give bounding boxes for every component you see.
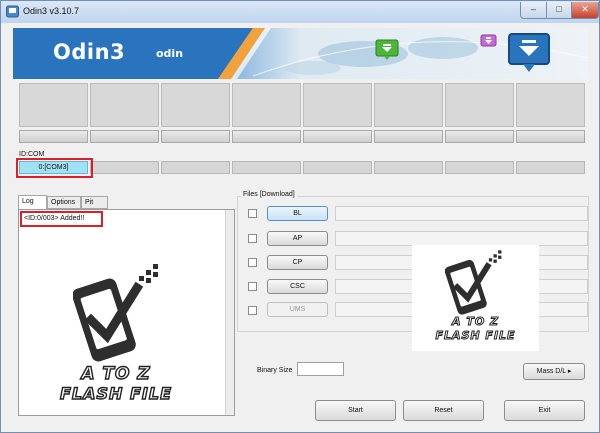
- progress-bar-4: [232, 130, 301, 143]
- progress-bar-7: [445, 130, 514, 143]
- minimize-button[interactable]: –: [520, 2, 547, 19]
- progress-bar-2: [90, 130, 159, 143]
- device-slot-3: [161, 83, 230, 127]
- csc-button[interactable]: CSC: [267, 279, 328, 294]
- binary-size-field: [297, 362, 344, 376]
- watermark-line2: FLASH FILE: [59, 383, 172, 403]
- ap-button[interactable]: AP: [267, 231, 328, 246]
- phone-check-icon: [445, 250, 502, 315]
- files-group-label: Files [Download]: [241, 191, 297, 198]
- device-slot-7: [445, 83, 514, 127]
- com-port-2: [90, 161, 159, 174]
- checkbox-ap[interactable]: [248, 234, 257, 243]
- reset-button[interactable]: Reset: [403, 400, 484, 421]
- log-scrollbar[interactable]: [225, 210, 234, 415]
- com-port-3: [161, 161, 230, 174]
- odin-window: Odin3 v3.10.7 – □ ✕ Odin3 odin ID:COM 0:…: [0, 0, 600, 433]
- watermark-logo-right: A TO Z FLASH FILE: [412, 245, 539, 351]
- start-button[interactable]: Start: [315, 400, 396, 421]
- banner-title: Odin3: [53, 40, 126, 64]
- device-slot-5: [303, 83, 372, 127]
- progress-bar-6: [374, 130, 443, 143]
- maximize-button[interactable]: □: [546, 2, 572, 19]
- device-slot-8: [516, 83, 585, 127]
- com-port-6: [374, 161, 443, 174]
- progress-bar-1: [19, 130, 88, 143]
- device-slot-2: [90, 83, 159, 127]
- com-port-5: [303, 161, 372, 174]
- tab-options[interactable]: Options: [47, 196, 81, 209]
- checkbox-cp[interactable]: [248, 258, 257, 267]
- bl-path-field: [335, 206, 588, 221]
- progress-bar-8: [516, 130, 585, 143]
- device-slot-6: [374, 83, 443, 127]
- ums-button: UMS: [267, 302, 328, 317]
- tab-log[interactable]: Log: [18, 195, 47, 210]
- download-icon-blue: [508, 33, 550, 72]
- exit-button[interactable]: Exit: [504, 400, 585, 421]
- device-slot-1: [19, 83, 88, 127]
- progress-bar-3: [161, 130, 230, 143]
- com-port-7: [445, 161, 514, 174]
- window-title: Odin3 v3.10.7: [23, 6, 80, 16]
- tab-pit[interactable]: Pit: [81, 196, 108, 209]
- com-port-8: [516, 161, 585, 174]
- cp-button[interactable]: CP: [267, 255, 328, 270]
- phone-check-icon: [73, 264, 158, 362]
- log-highlight-box: [20, 211, 103, 227]
- mass-dl-button[interactable]: Mass D/L ▸: [523, 363, 585, 380]
- download-icon-purple: [480, 34, 497, 47]
- watermark-line1: A TO Z: [451, 315, 499, 329]
- download-icon-green: [375, 39, 399, 60]
- banner-subtitle: odin: [156, 47, 184, 60]
- binary-size-label: Binary Size: [257, 367, 293, 374]
- close-button[interactable]: ✕: [571, 2, 599, 19]
- watermark-line1: A TO Z: [81, 363, 151, 384]
- com-port-4: [232, 161, 301, 174]
- checkbox-csc[interactable]: [248, 282, 257, 291]
- checkbox-bl[interactable]: [248, 209, 257, 218]
- device-slot-4: [232, 83, 301, 127]
- watermark-logo-left: A TO Z FLASH FILE: [25, 256, 207, 414]
- odin-banner: Odin3 odin: [13, 28, 588, 79]
- com-highlight-box: [16, 158, 93, 178]
- app-icon: [6, 5, 19, 18]
- title-bar[interactable]: Odin3 v3.10.7 – □ ✕: [1, 1, 599, 23]
- id-com-label: ID:COM: [19, 151, 45, 158]
- watermark-line2: FLASH FILE: [435, 329, 516, 343]
- checkbox-ums: [248, 306, 257, 315]
- ap-path-field: [335, 231, 588, 246]
- bl-button[interactable]: BL: [267, 206, 328, 221]
- progress-bar-5: [303, 130, 372, 143]
